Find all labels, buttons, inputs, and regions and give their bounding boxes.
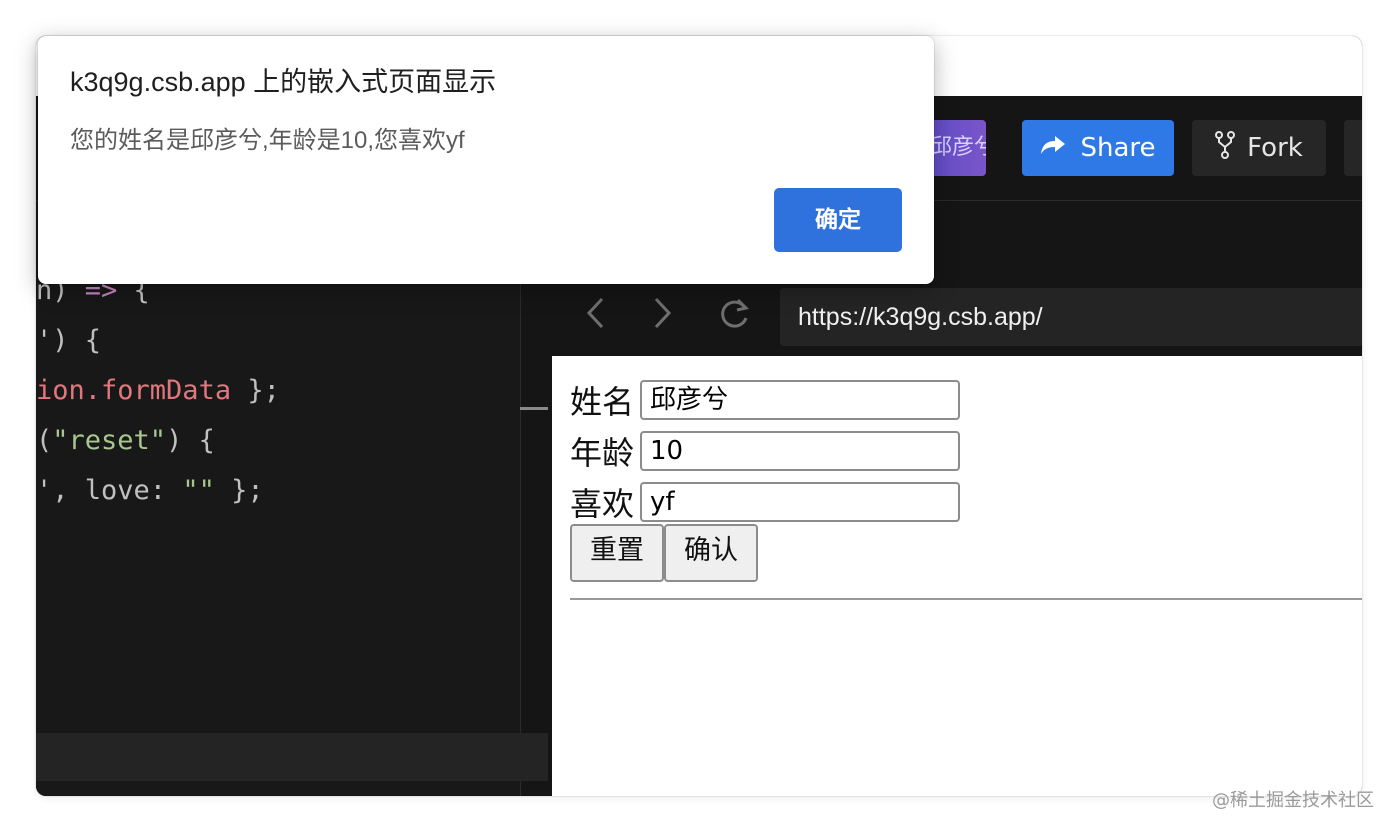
love-row: 喜欢 yf [570, 479, 960, 525]
more-button[interactable] [1344, 120, 1362, 176]
dialog-title: k3q9g.csb.app 上的嵌入式页面显示 [70, 67, 497, 97]
name-label: 姓名 [570, 383, 635, 421]
back-icon[interactable] [574, 296, 618, 340]
name-input[interactable]: 邱彦兮 [640, 380, 960, 420]
divider [570, 598, 1362, 600]
preview-pane: 姓名 邱彦兮 年龄 10 喜欢 yf 重置 确认 [552, 356, 1362, 796]
love-input[interactable]: yf [640, 482, 960, 522]
code-line: ("reset") { [36, 425, 215, 456]
preview-url-bar[interactable]: https://k3q9g.csb.app/ [780, 288, 1362, 346]
reset-button[interactable]: 重置 [570, 524, 664, 582]
age-input[interactable]: 10 [640, 431, 960, 471]
panel-splitter[interactable] [520, 407, 548, 410]
code-line: ') { [36, 325, 102, 356]
editor-footer [36, 733, 548, 781]
dialog-message: 您的姓名是邱彦兮,年龄是10,您喜欢yf [70, 127, 465, 154]
name-row: 姓名 邱彦兮 [570, 377, 960, 423]
code-line: ion.formData }; [36, 375, 280, 406]
love-label: 喜欢 [570, 485, 635, 523]
alert-dialog: k3q9g.csb.app 上的嵌入式页面显示 您的姓名是邱彦兮,年龄是10,您… [38, 36, 934, 284]
share-icon [1040, 133, 1066, 163]
code-line: ', love: "" }; [36, 475, 264, 506]
age-row: 年龄 10 [570, 428, 960, 474]
forward-icon[interactable] [640, 296, 684, 340]
fork-label: Fork [1247, 133, 1303, 163]
submit-button[interactable]: 确认 [664, 524, 758, 582]
refresh-icon[interactable] [712, 296, 756, 340]
code-lines: n) => { ') { ion.formData }; ("reset") {… [36, 266, 520, 516]
share-button[interactable]: Share [1022, 120, 1174, 176]
watermark: @稀土掘金技术社区 [1212, 790, 1374, 811]
preview-toolbar: https://k3q9g.csb.app/ [548, 284, 1362, 354]
share-label: Share [1080, 133, 1156, 163]
fork-button[interactable]: Fork [1192, 120, 1326, 176]
fork-icon [1215, 130, 1236, 166]
dialog-ok-button[interactable]: 确定 [774, 188, 902, 252]
age-label: 年龄 [570, 434, 635, 472]
